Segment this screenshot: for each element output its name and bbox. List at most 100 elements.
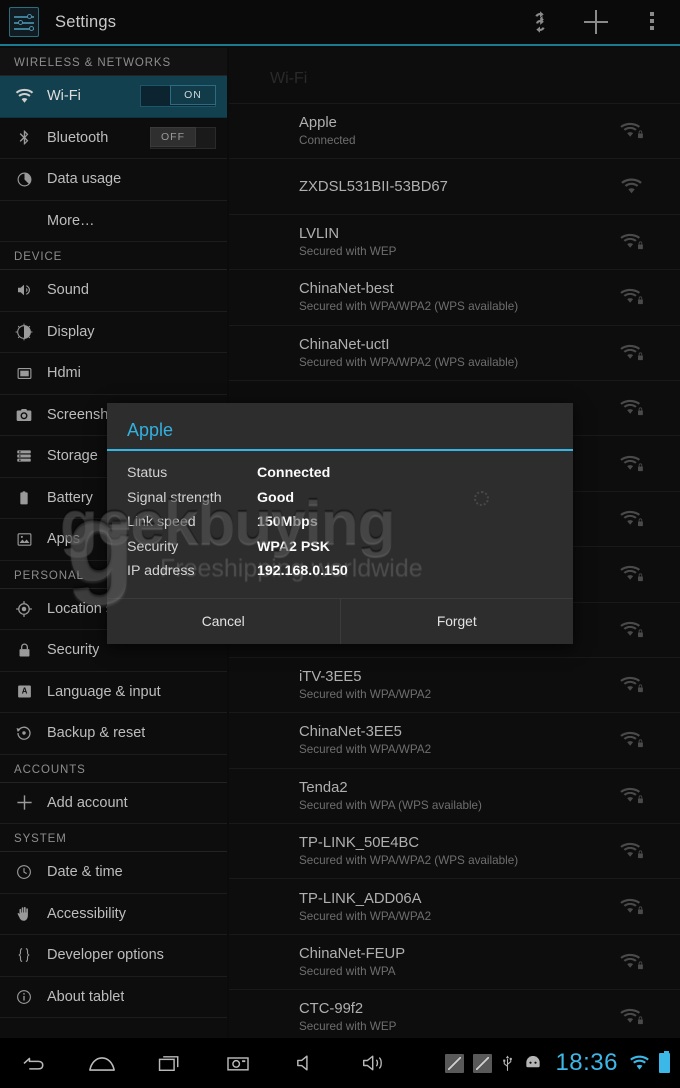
system-navigation-bar[interactable]: 18:36 [0,1038,680,1088]
lock-icon [13,639,35,661]
sidebar-item-label: Hdmi [47,365,81,382]
screenshot-camera-icon[interactable] [204,1038,272,1088]
sidebar-item-label: About tablet [47,988,125,1005]
sidebar-item-label: Accessibility [47,905,126,922]
hdmi-icon [13,362,35,384]
braces-icon [13,944,35,966]
network-row[interactable]: Apple Connected [229,103,680,158]
backup-reset-icon [13,722,35,744]
android-settings-screen: Settings WIRELESS & NETWORKS Wi-Fi ON Bl… [0,0,680,1088]
wifi-signal-locked-icon [620,232,644,252]
wifi-details-dialog[interactable]: Apple Status Connected Signal strength G… [107,403,573,644]
dialog-row-security: Security WPA2 PSK [127,539,573,564]
plus-icon[interactable] [568,0,624,45]
svg-text:A: A [21,687,27,696]
cancel-button[interactable]: Cancel [107,599,340,644]
network-row[interactable]: TP-LINK_50E4BC Secured with WPA/WPA2 (WPS… [229,823,680,878]
home-icon[interactable] [68,1038,136,1088]
wifi-signal-locked-icon [620,398,644,418]
network-row[interactable]: ZXDSL531BII-53BD67 [229,158,680,213]
storage-icon [13,445,35,467]
sidebar-item-bluetooth[interactable]: Bluetooth OFF [0,118,227,159]
wifi-signal-locked-icon [620,343,644,363]
network-row[interactable]: CTC-99f2 Secured with WEP [229,989,680,1038]
wifi-signal-icon [620,177,644,197]
network-row[interactable]: ChinaNet-best Secured with WPA/WPA2 (WPS … [229,269,680,324]
sidebar-item-label: Add account [47,794,128,811]
battery-full-icon [659,1051,670,1073]
network-row[interactable]: ChinaNet-uctI Secured with WPA/WPA2 (WPS … [229,324,680,380]
network-row[interactable]: ChinaNet-3EE5 Secured with WPA/WPA2 [229,712,680,767]
overflow-menu-icon[interactable] [624,0,680,45]
network-row[interactable]: iTV-3EE5 Secured with WPA/WPA2 [229,656,680,712]
dialog-row-status: Status Connected [127,465,573,490]
sidebar-item-label: Data usage [47,171,122,188]
bluetooth-toggle-label: OFF [150,126,196,147]
network-row[interactable]: ChinaNet-FEUP Secured with WPA [229,933,680,989]
sidebar-item-sound[interactable]: Sound [0,270,227,312]
usb-icon [501,1054,514,1073]
clock-icon [13,861,35,883]
apps-icon [13,528,35,550]
status-icons: 18:36 [445,1049,680,1077]
recents-icon[interactable] [136,1038,204,1088]
sidebar-item-about-tablet[interactable]: About tablet [0,977,227,1018]
network-row[interactable]: TP-LINK_ADD06A Secured with WPA/WPA2 [229,878,680,933]
wifi-signal-locked-icon [620,287,644,307]
sidebar-item-label: Storage [47,448,98,465]
sound-icon [13,279,35,301]
wifi-toggle-label: ON [170,85,216,106]
sidebar-item-developer-options[interactable]: Developer options [0,935,227,977]
bluetooth-icon [13,127,35,149]
battery-icon [13,487,35,509]
section-header-wireless: WIRELESS & NETWORKS [0,48,227,76]
sidebar-item-accessibility[interactable]: Accessibility [0,894,227,935]
sidebar-item-wifi[interactable]: Wi-Fi ON [0,76,227,118]
display-icon [13,321,35,343]
network-row[interactable]: Tenda2 Secured with WPA (WPS available) [229,767,680,823]
info-icon [13,986,35,1008]
refresh-icon[interactable] [512,0,568,45]
wifi-signal-locked-icon [620,952,644,972]
sidebar-item-label: Wi-Fi [47,88,81,105]
action-bar: Settings [0,0,680,46]
sidebar-item-more[interactable]: More… [0,201,227,242]
wifi-signal-locked-icon [620,730,644,750]
camera-icon [13,404,35,426]
sidebar-item-hdmi[interactable]: Hdmi [0,353,227,395]
wifi-signal-locked-icon [620,620,644,640]
section-header-system: SYSTEM [0,824,227,852]
sidebar-item-display[interactable]: Display [0,312,227,353]
dialog-key: Status [127,465,168,481]
sidebar-item-label: Bluetooth [47,129,109,146]
language-icon: A [13,681,35,703]
page-title: Settings [55,12,117,31]
section-header-accounts: ACCOUNTS [0,754,227,783]
sidebar-item-label: More… [47,212,95,229]
sidebar-item-backup-reset[interactable]: Backup & reset [0,713,227,755]
dialog-value: Connected [257,465,331,481]
data-usage-icon [13,168,35,190]
sidebar-item-language-input[interactable]: A Language & input [0,672,227,713]
back-icon[interactable] [0,1038,68,1088]
sidebar-item-data-usage[interactable]: Data usage [0,159,227,201]
bluetooth-toggle[interactable]: OFF [150,126,216,149]
network-row[interactable]: LVLIN Secured with WEP [229,213,680,269]
sidebar-item-label: Battery [47,489,93,506]
dialog-title: Apple [107,403,573,451]
volume-down-icon[interactable] [272,1038,340,1088]
wifi-section-header: Wi-Fi [270,70,308,87]
volume-up-icon[interactable] [340,1038,408,1088]
forget-button[interactable]: Forget [339,599,574,644]
sidebar-item-date-time[interactable]: Date & time [0,852,227,894]
wifi-signal-locked-icon [620,564,644,584]
dialog-key: IP address [127,563,195,580]
hand-icon [13,903,35,925]
sd-card-icon [473,1053,493,1073]
wifi-signal-locked-icon [620,786,644,806]
sidebar-item-add-account[interactable]: Add account [0,783,227,824]
wifi-signal-locked-icon [620,1007,644,1027]
wifi-toggle[interactable]: ON [140,85,216,108]
android-robot-icon [523,1056,543,1070]
sidebar-item-label: Language & input [47,683,161,700]
